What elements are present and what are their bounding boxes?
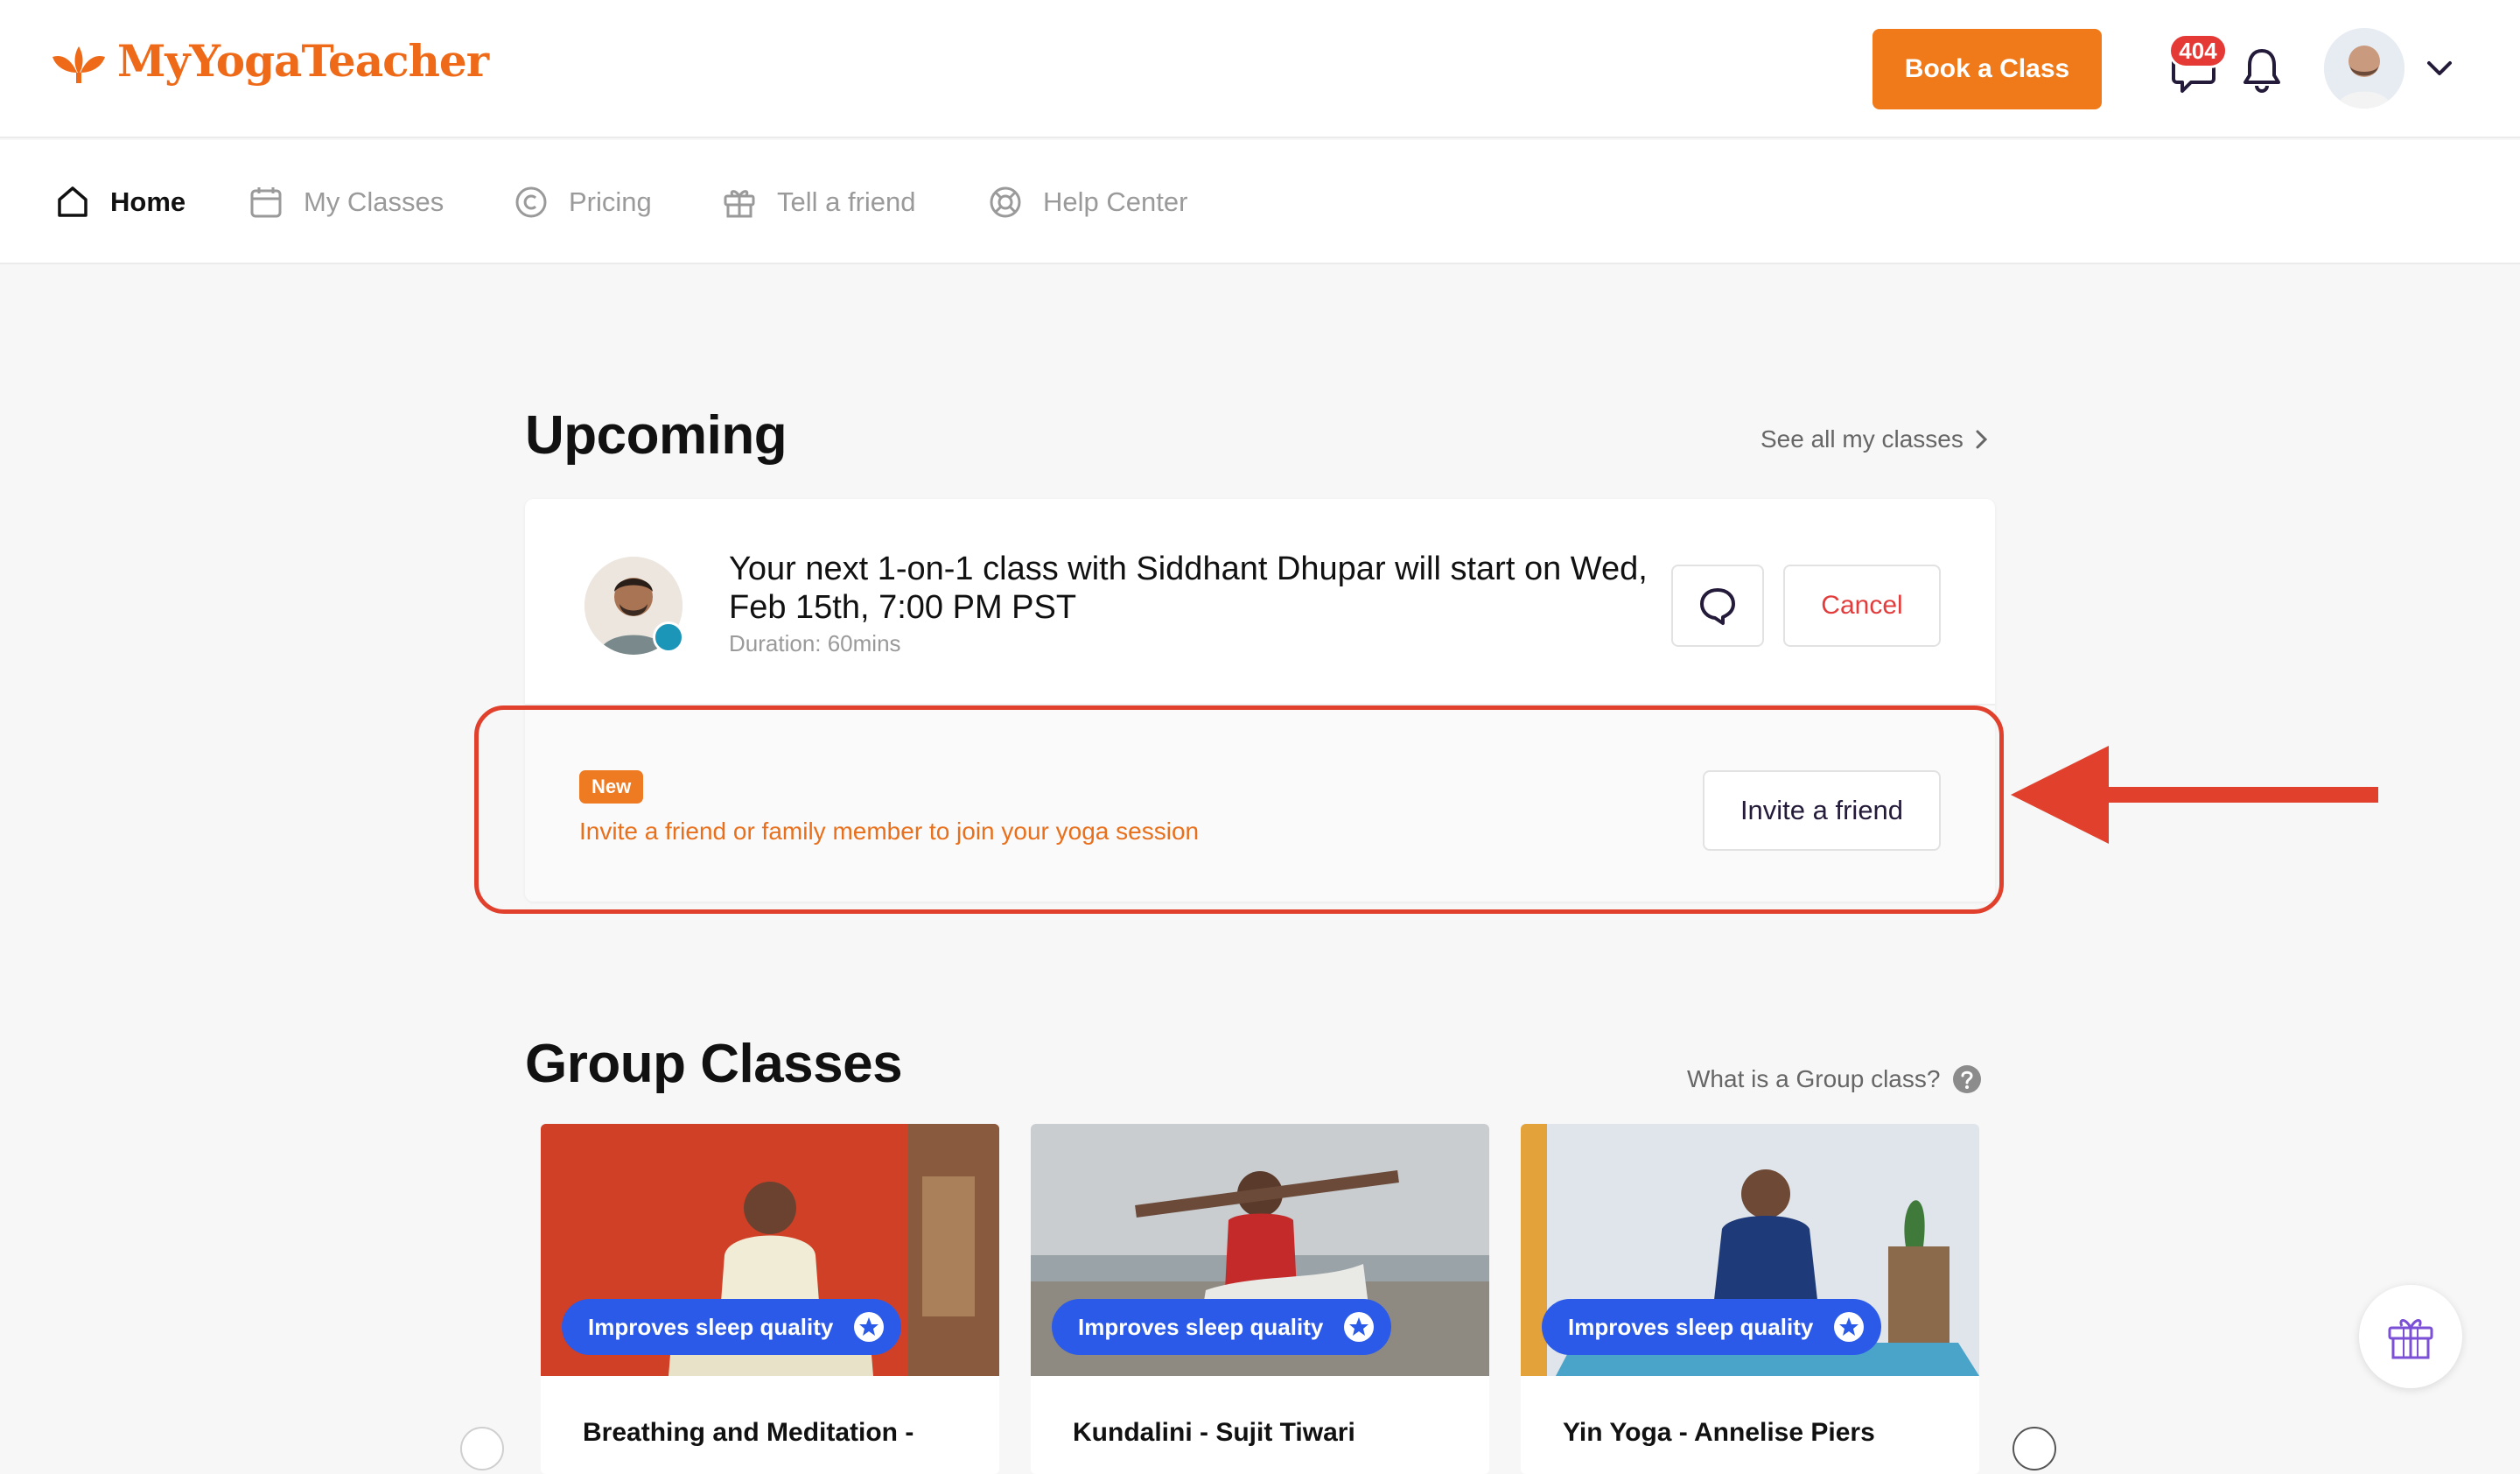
nav-item-tell-a-friend[interactable]: Tell a friend [721,140,916,264]
lifebuoy-icon [990,186,1021,218]
see-all-label: See all my classes [1760,425,1964,453]
user-avatar[interactable] [2324,28,2404,109]
gift-fab-button[interactable] [2359,1285,2462,1388]
upcoming-title: Upcoming [525,405,788,466]
cancel-button[interactable]: Cancel [1783,565,1941,647]
book-a-class-button[interactable]: Book a Class [1872,29,2102,109]
class-tag: Improves sleep quality [1542,1299,1882,1355]
class-tag: Improves sleep quality [562,1299,902,1355]
bell-icon[interactable] [2240,46,2284,95]
chevron-right-icon [1976,430,1987,449]
group-class-card[interactable]: Improves sleep quality Breathing and Med… [541,1124,999,1474]
class-tag-label: Improves sleep quality [1078,1313,1324,1340]
home-icon [58,186,88,217]
nav-item-label: Home [110,186,186,217]
lotus-logo-icon [52,46,105,83]
message-count-badge: 404 [2168,33,2228,68]
see-all-classes-link[interactable]: See all my classes [1760,425,1992,453]
nav-item-my-classes[interactable]: My Classes [248,140,444,264]
nav-item-label: My Classes [304,186,444,217]
user-avatar-image [2324,28,2404,109]
group-help-label: What is a Group class? [1687,1065,1941,1092]
class-title: Kundalini - Sujit Tiwari [1073,1418,1355,1447]
star-badge-icon [1344,1312,1375,1342]
class-tag-label: Improves sleep quality [588,1313,834,1340]
carousel-next-button[interactable] [2012,1427,2056,1470]
teacher-verified-icon [653,621,684,653]
star-badge-icon [1834,1312,1865,1342]
annotation-arrow-icon [2011,746,2378,844]
next-class-text: Your next 1-on-1 class with Siddhant Dhu… [729,551,1648,626]
carousel-prev-button[interactable] [460,1427,504,1470]
group-class-card[interactable]: Improves sleep quality Kundalini - Sujit… [1031,1124,1489,1474]
gift-icon [2388,1319,2433,1359]
brand-name: MyYogaTeacher [117,35,489,87]
gift-icon [724,190,755,218]
what-is-group-class-link[interactable]: What is a Group class? [1687,1064,1982,1094]
nav-item-label: Tell a friend [777,186,916,217]
calendar-icon [250,187,282,218]
class-title: Yin Yoga - Annelise Piers [1563,1418,1875,1447]
nav-item-label: Pricing [569,186,652,217]
annotation-highlight-box [474,705,2004,914]
copyright-icon [515,186,547,218]
chat-button[interactable] [1671,565,1764,647]
nav-item-label: Help Center [1043,186,1188,217]
top-header: MyYogaTeacher Book a Class 404 [0,0,2520,138]
group-classes-title: Group Classes [525,1034,903,1094]
brand-logo[interactable]: MyYogaTeacher [47,35,489,87]
star-badge-icon [854,1312,885,1342]
help-icon [1953,1065,1982,1093]
nav-item-pricing[interactable]: Pricing [513,140,652,264]
nav-item-help-center[interactable]: Help Center [987,140,1187,264]
class-tag-label: Improves sleep quality [1568,1313,1814,1340]
nav-item-home[interactable]: Home [54,140,186,264]
chevron-down-icon[interactable] [2424,56,2455,81]
class-tag: Improves sleep quality [1052,1299,1392,1355]
group-class-card[interactable]: Improves sleep quality Yin Yoga - Anneli… [1521,1124,1979,1474]
chat-icon [1700,588,1735,625]
main-nav: Home My Classes Pricing Tell a friend He… [0,140,2520,264]
class-title: Breathing and Meditation - [583,1418,914,1447]
class-duration: Duration: 60mins [729,630,901,656]
